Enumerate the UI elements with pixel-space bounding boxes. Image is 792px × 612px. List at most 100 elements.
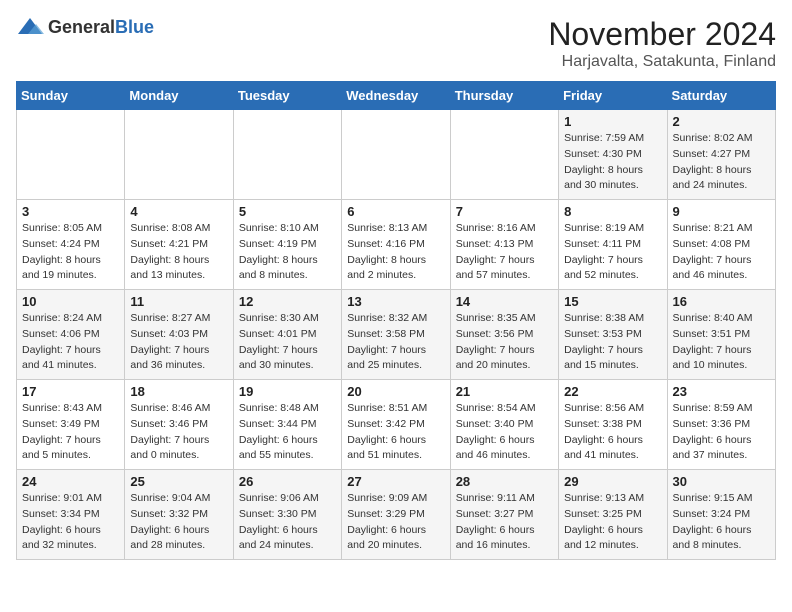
calendar-cell: 29 Sunrise: 9:13 AMSunset: 3:25 PMDayligh…: [559, 470, 667, 560]
calendar-cell: 25 Sunrise: 9:04 AMSunset: 3:32 PMDayligh…: [125, 470, 233, 560]
day-number: 20: [347, 384, 444, 399]
calendar-cell: [342, 110, 450, 200]
day-info: Sunrise: 8:02 AMSunset: 4:27 PMDaylight:…: [673, 131, 770, 194]
day-number: 1: [564, 114, 661, 129]
day-info: Sunrise: 8:43 AMSunset: 3:49 PMDaylight:…: [22, 401, 119, 464]
calendar-cell: 17 Sunrise: 8:43 AMSunset: 3:49 PMDayligh…: [17, 380, 125, 470]
calendar-cell: 10 Sunrise: 8:24 AMSunset: 4:06 PMDayligh…: [17, 290, 125, 380]
day-number: 18: [130, 384, 227, 399]
calendar-cell: 3Sunrise: 8:05 AMSunset: 4:24 PMDaylight…: [17, 200, 125, 290]
day-number: 9: [673, 204, 770, 219]
calendar-cell: 16Sunrise: 8:40 AMSunset: 3:51 PMDayligh…: [667, 290, 775, 380]
calendar-cell: 30 Sunrise: 9:15 AMSunset: 3:24 PMDayligh…: [667, 470, 775, 560]
day-number: 30: [673, 474, 770, 489]
day-info: Sunrise: 8:21 AMSunset: 4:08 PMDaylight:…: [673, 221, 770, 284]
day-info: Sunrise: 8:10 AMSunset: 4:19 PMDaylight:…: [239, 221, 336, 284]
calendar-header: SundayMondayTuesdayWednesdayThursdayFrid…: [17, 82, 776, 110]
day-number: 17: [22, 384, 119, 399]
day-number: 24: [22, 474, 119, 489]
day-number: 21: [456, 384, 553, 399]
calendar-cell: [450, 110, 558, 200]
calendar-cell: 21 Sunrise: 8:54 AMSunset: 3:40 PMDayligh…: [450, 380, 558, 470]
day-number: 15: [564, 294, 661, 309]
day-number: 25: [130, 474, 227, 489]
day-number: 12: [239, 294, 336, 309]
day-number: 13: [347, 294, 444, 309]
calendar-cell: 4 Sunrise: 8:08 AMSunset: 4:21 PMDaylight…: [125, 200, 233, 290]
page-header: GeneralBlue November 2024 Harjavalta, Sa…: [16, 16, 776, 71]
month-title: November 2024: [548, 16, 776, 53]
day-info: Sunrise: 8:38 AMSunset: 3:53 PMDaylight:…: [564, 311, 661, 374]
day-number: 27: [347, 474, 444, 489]
calendar-cell: 14 Sunrise: 8:35 AMSunset: 3:56 PMDayligh…: [450, 290, 558, 380]
header-monday: Monday: [125, 82, 233, 110]
calendar-cell: 26 Sunrise: 9:06 AMSunset: 3:30 PMDayligh…: [233, 470, 341, 560]
day-info: Sunrise: 8:56 AMSunset: 3:38 PMDaylight:…: [564, 401, 661, 464]
day-number: 29: [564, 474, 661, 489]
week-row-3: 10 Sunrise: 8:24 AMSunset: 4:06 PMDayligh…: [17, 290, 776, 380]
week-row-1: 1 Sunrise: 7:59 AMSunset: 4:30 PMDaylight…: [17, 110, 776, 200]
day-number: 26: [239, 474, 336, 489]
day-info: Sunrise: 8:35 AMSunset: 3:56 PMDaylight:…: [456, 311, 553, 374]
logo-icon: [16, 16, 44, 38]
calendar-cell: 20 Sunrise: 8:51 AMSunset: 3:42 PMDayligh…: [342, 380, 450, 470]
day-info: Sunrise: 9:13 AMSunset: 3:25 PMDaylight:…: [564, 491, 661, 554]
day-info: Sunrise: 9:06 AMSunset: 3:30 PMDaylight:…: [239, 491, 336, 554]
day-info: Sunrise: 8:24 AMSunset: 4:06 PMDaylight:…: [22, 311, 119, 374]
calendar-cell: 1 Sunrise: 7:59 AMSunset: 4:30 PMDaylight…: [559, 110, 667, 200]
calendar-cell: 27 Sunrise: 9:09 AMSunset: 3:29 PMDayligh…: [342, 470, 450, 560]
day-info: Sunrise: 8:46 AMSunset: 3:46 PMDaylight:…: [130, 401, 227, 464]
calendar-cell: 22Sunrise: 8:56 AMSunset: 3:38 PMDayligh…: [559, 380, 667, 470]
logo-blue: Blue: [115, 17, 154, 37]
calendar-cell: 23 Sunrise: 8:59 AMSunset: 3:36 PMDayligh…: [667, 380, 775, 470]
day-info: Sunrise: 9:01 AMSunset: 3:34 PMDaylight:…: [22, 491, 119, 554]
calendar-cell: 18 Sunrise: 8:46 AMSunset: 3:46 PMDayligh…: [125, 380, 233, 470]
calendar-cell: [233, 110, 341, 200]
day-number: 10: [22, 294, 119, 309]
title-area: November 2024 Harjavalta, Satakunta, Fin…: [548, 16, 776, 71]
day-number: 23: [673, 384, 770, 399]
day-info: Sunrise: 9:11 AMSunset: 3:27 PMDaylight:…: [456, 491, 553, 554]
day-info: Sunrise: 8:59 AMSunset: 3:36 PMDaylight:…: [673, 401, 770, 464]
day-info: Sunrise: 8:51 AMSunset: 3:42 PMDaylight:…: [347, 401, 444, 464]
calendar-cell: 11 Sunrise: 8:27 AMSunset: 4:03 PMDayligh…: [125, 290, 233, 380]
calendar-table: SundayMondayTuesdayWednesdayThursdayFrid…: [16, 81, 776, 560]
day-info: Sunrise: 9:09 AMSunset: 3:29 PMDaylight:…: [347, 491, 444, 554]
logo-general: General: [48, 17, 115, 37]
week-row-5: 24 Sunrise: 9:01 AMSunset: 3:34 PMDayligh…: [17, 470, 776, 560]
day-number: 16: [673, 294, 770, 309]
day-number: 4: [130, 204, 227, 219]
day-number: 5: [239, 204, 336, 219]
day-info: Sunrise: 8:13 AMSunset: 4:16 PMDaylight:…: [347, 221, 444, 284]
calendar-cell: 9 Sunrise: 8:21 AMSunset: 4:08 PMDaylight…: [667, 200, 775, 290]
calendar-cell: 6 Sunrise: 8:13 AMSunset: 4:16 PMDaylight…: [342, 200, 450, 290]
calendar-cell: [125, 110, 233, 200]
day-info: Sunrise: 8:48 AMSunset: 3:44 PMDaylight:…: [239, 401, 336, 464]
calendar-cell: 28 Sunrise: 9:11 AMSunset: 3:27 PMDayligh…: [450, 470, 558, 560]
day-number: 7: [456, 204, 553, 219]
day-number: 19: [239, 384, 336, 399]
day-number: 6: [347, 204, 444, 219]
week-row-4: 17 Sunrise: 8:43 AMSunset: 3:49 PMDayligh…: [17, 380, 776, 470]
calendar-cell: 24 Sunrise: 9:01 AMSunset: 3:34 PMDayligh…: [17, 470, 125, 560]
calendar-cell: [17, 110, 125, 200]
day-info: Sunrise: 8:54 AMSunset: 3:40 PMDaylight:…: [456, 401, 553, 464]
header-saturday: Saturday: [667, 82, 775, 110]
calendar-cell: 13Sunrise: 8:32 AMSunset: 3:58 PMDayligh…: [342, 290, 450, 380]
day-info: Sunrise: 9:04 AMSunset: 3:32 PMDaylight:…: [130, 491, 227, 554]
day-info: Sunrise: 8:27 AMSunset: 4:03 PMDaylight:…: [130, 311, 227, 374]
day-number: 11: [130, 294, 227, 309]
header-tuesday: Tuesday: [233, 82, 341, 110]
day-number: 2: [673, 114, 770, 129]
day-info: Sunrise: 7:59 AMSunset: 4:30 PMDaylight:…: [564, 131, 661, 194]
calendar-cell: 15 Sunrise: 8:38 AMSunset: 3:53 PMDayligh…: [559, 290, 667, 380]
calendar-cell: 5 Sunrise: 8:10 AMSunset: 4:19 PMDaylight…: [233, 200, 341, 290]
day-info: Sunrise: 8:08 AMSunset: 4:21 PMDaylight:…: [130, 221, 227, 284]
day-info: Sunrise: 9:15 AMSunset: 3:24 PMDaylight:…: [673, 491, 770, 554]
header-friday: Friday: [559, 82, 667, 110]
logo: GeneralBlue: [16, 16, 154, 38]
calendar-cell: 12Sunrise: 8:30 AMSunset: 4:01 PMDayligh…: [233, 290, 341, 380]
day-number: 28: [456, 474, 553, 489]
day-number: 14: [456, 294, 553, 309]
day-info: Sunrise: 8:05 AMSunset: 4:24 PMDaylight:…: [22, 221, 119, 284]
